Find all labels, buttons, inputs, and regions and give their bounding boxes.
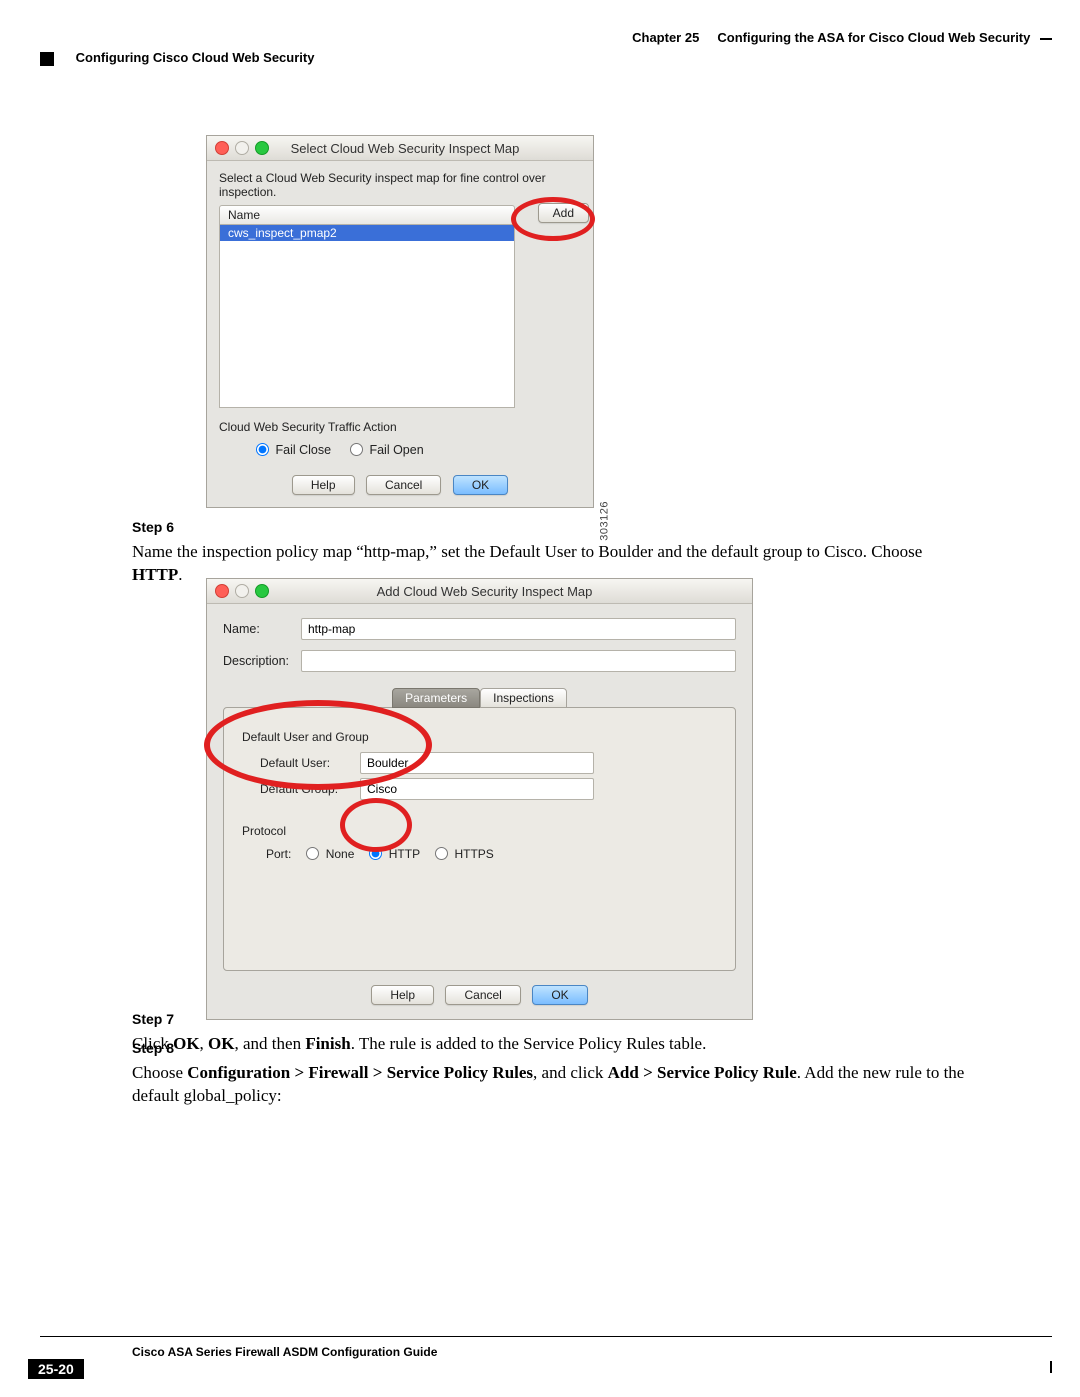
dialog-titlebar: Select Cloud Web Security Inspect Map [207,136,593,161]
tab-parameters[interactable]: Parameters [392,688,480,708]
default-user-group-title: Default User and Group [242,730,717,744]
fail-close-option[interactable]: Fail Close [251,443,331,457]
list-item-selected[interactable]: cws_inspect_pmap2 [220,225,514,241]
footer-guide-title: Cisco ASA Series Firewall ASDM Configura… [132,1345,437,1359]
step-8: Step 8 Choose Configuration > Firewall >… [132,1039,1040,1108]
section-title: Configuring Cisco Cloud Web Security [76,50,315,65]
parameters-panel: Default User and Group Default User: Def… [223,707,736,971]
ok-button[interactable]: OK [532,985,587,1005]
chapter-title: Configuring the ASA for Cisco Cloud Web … [717,30,1030,45]
port-https-radio[interactable] [435,847,448,860]
header-rule-icon [1040,38,1052,40]
ok-button[interactable]: OK [453,475,508,495]
step-label: Step 8 [132,1039,196,1058]
dialog-instruction: Select a Cloud Web Security inspect map … [219,171,581,199]
inspect-map-list[interactable]: cws_inspect_pmap2 [219,225,515,408]
port-http-option[interactable]: HTTP [364,847,420,861]
description-input[interactable] [301,650,736,672]
port-https-option[interactable]: HTTPS [430,847,494,861]
dialog-titlebar: Add Cloud Web Security Inspect Map [207,579,752,604]
port-http-radio[interactable] [369,847,382,860]
fail-open-option[interactable]: Fail Open [345,443,424,457]
protocol-options: Port: None HTTP HTTPS [242,844,717,861]
document-page: Chapter 25 Configuring the ASA for Cisco… [0,0,1080,1397]
description-label: Description: [223,654,301,668]
name-input[interactable] [301,618,736,640]
default-user-label: Default User: [260,756,360,770]
footer-tick-icon [1050,1361,1052,1373]
step-body: Choose Configuration > Firewall > Servic… [132,1062,972,1108]
default-group-input[interactable] [360,778,594,800]
fail-close-radio[interactable] [256,443,269,456]
add-button[interactable]: Add [538,203,589,223]
select-inspect-map-dialog: Select Cloud Web Security Inspect Map Se… [206,135,594,508]
chapter-header: Chapter 25 Configuring the ASA for Cisco… [632,30,1052,45]
page-number: 25-20 [28,1359,84,1379]
section-header: Configuring Cisco Cloud Web Security [40,50,314,66]
port-none-option[interactable]: None [301,847,354,861]
default-user-input[interactable] [360,752,594,774]
step-label: Step 7 [132,1010,196,1029]
add-inspect-map-dialog: Add Cloud Web Security Inspect Map Name:… [206,578,753,1020]
step-label: Step 6 [132,518,196,537]
section-marker-icon [40,52,54,66]
dialog-button-row: Help Cancel OK [219,475,581,495]
list-column-name: Name [228,208,260,222]
tab-inspections[interactable]: Inspections [480,688,567,708]
help-button[interactable]: Help [371,985,434,1005]
traffic-action-options: Fail Close Fail Open [219,440,581,457]
fail-open-radio[interactable] [350,443,363,456]
default-group-label: Default Group: [260,782,360,796]
protocol-label: Protocol [242,824,717,838]
help-button[interactable]: Help [292,475,355,495]
chapter-label: Chapter 25 [632,30,699,45]
step-6: Step 6 Name the inspection policy map “h… [132,518,1040,587]
footer-divider [40,1336,1052,1337]
traffic-action-label: Cloud Web Security Traffic Action [219,420,581,434]
name-label: Name: [223,622,301,636]
dialog-title: Add Cloud Web Security Inspect Map [225,584,744,599]
port-label: Port: [266,847,291,861]
dialog-button-row: Help Cancel OK [223,985,736,1005]
list-header: Name [219,205,515,225]
tab-bar: ParametersInspections [223,688,736,708]
cancel-button[interactable]: Cancel [445,985,520,1005]
cancel-button[interactable]: Cancel [366,475,441,495]
dialog-title: Select Cloud Web Security Inspect Map [225,141,585,156]
port-none-radio[interactable] [306,847,319,860]
